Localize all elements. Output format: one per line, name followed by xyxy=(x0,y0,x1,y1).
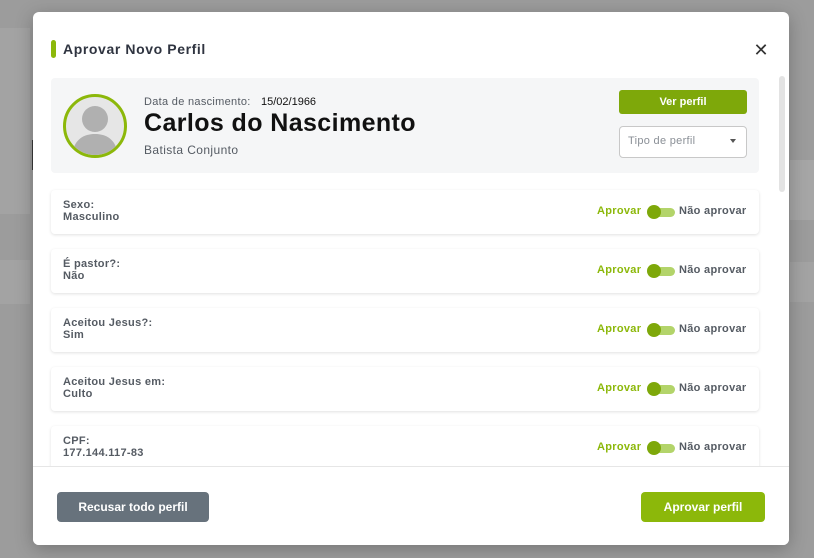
scrollbar[interactable] xyxy=(779,76,785,192)
approve-label: Aprovar xyxy=(597,323,642,335)
field-label: Aceitou Jesus?: xyxy=(63,317,153,329)
reject-all-button[interactable]: Recusar todo perfil xyxy=(57,492,209,522)
user-avatar-icon xyxy=(63,94,127,158)
birthdate-value: 15/02/1966 xyxy=(261,96,317,108)
reject-label: Não aprovar xyxy=(679,382,747,394)
toggle-knob xyxy=(647,323,661,337)
approve-label: Aprovar xyxy=(597,205,642,217)
field-row-sexo: Sexo: Masculino Aprovar Não aprovar xyxy=(51,190,759,234)
field-value: Não xyxy=(63,270,85,282)
background-panel xyxy=(0,28,30,214)
toggle-knob xyxy=(647,382,661,396)
field-row-pastor: É pastor?: Não Aprovar Não aprovar xyxy=(51,249,759,293)
toggle-knob xyxy=(647,441,661,455)
reject-label: Não aprovar xyxy=(679,323,747,335)
field-value: 177.144.117-83 xyxy=(63,447,144,459)
field-value: Masculino xyxy=(63,211,120,223)
close-icon[interactable]: ✕ xyxy=(751,40,771,60)
approve-profile-button[interactable]: Aprovar perfil xyxy=(641,492,765,522)
profile-type-placeholder: Tipo de perfil xyxy=(628,135,696,147)
approve-toggle[interactable] xyxy=(647,264,675,278)
approve-toggle[interactable] xyxy=(647,323,675,337)
approve-label: Aprovar xyxy=(597,441,642,453)
field-value: Culto xyxy=(63,388,93,400)
profile-name: Carlos do Nascimento xyxy=(144,109,416,137)
approve-toggle[interactable] xyxy=(647,382,675,396)
field-row-cpf: CPF: 177.144.117-83 Aprovar Não aprovar xyxy=(51,426,759,466)
field-label: CPF: xyxy=(63,435,90,447)
field-row-aceitou-jesus: Aceitou Jesus?: Sim Aprovar Não aprovar xyxy=(51,308,759,352)
toggle-knob xyxy=(647,205,661,219)
background-panel xyxy=(790,262,814,302)
modal-title: Aprovar Novo Perfil xyxy=(63,41,206,57)
toggle-knob xyxy=(647,264,661,278)
field-row-aceitou-jesus-em: Aceitou Jesus em: Culto Aprovar Não apro… xyxy=(51,367,759,411)
modal-body[interactable]: Data de nascimento: 15/02/1966 Carlos do… xyxy=(33,76,789,466)
modal-header: Aprovar Novo Perfil ✕ xyxy=(33,12,789,76)
approve-label: Aprovar xyxy=(597,382,642,394)
approve-toggle[interactable] xyxy=(647,205,675,219)
field-label: É pastor?: xyxy=(63,258,121,270)
modal-footer: Recusar todo perfil Aprovar perfil xyxy=(33,466,789,545)
reject-label: Não aprovar xyxy=(679,205,747,217)
approve-label: Aprovar xyxy=(597,264,642,276)
field-label: Sexo: xyxy=(63,199,95,211)
profile-summary-card: Data de nascimento: 15/02/1966 Carlos do… xyxy=(51,78,759,173)
field-value: Sim xyxy=(63,329,85,341)
approve-profile-modal: Aprovar Novo Perfil ✕ Data de nascimento… xyxy=(33,12,789,545)
title-accent-bar xyxy=(51,40,56,58)
field-label: Aceitou Jesus em: xyxy=(63,376,166,388)
view-profile-button[interactable]: Ver perfil xyxy=(619,90,747,114)
profile-church: Batista Conjunto xyxy=(144,143,239,157)
reject-label: Não aprovar xyxy=(679,264,747,276)
background-panel xyxy=(0,260,30,304)
caret-down-icon xyxy=(730,139,736,143)
approve-toggle[interactable] xyxy=(647,441,675,455)
profile-type-select[interactable]: Tipo de perfil xyxy=(619,126,747,158)
background-panel xyxy=(790,160,814,220)
birthdate-label: Data de nascimento: xyxy=(144,96,251,108)
reject-label: Não aprovar xyxy=(679,441,747,453)
